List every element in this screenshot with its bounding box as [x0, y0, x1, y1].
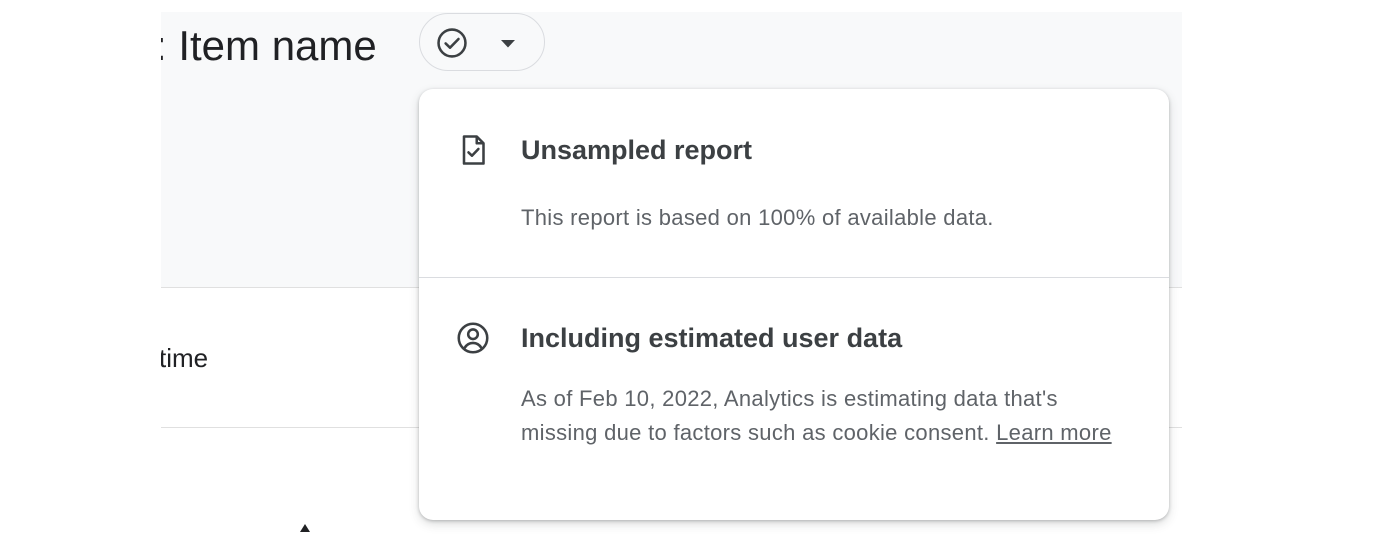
column-header-label[interactable]: time: [161, 340, 208, 376]
data-quality-popover: Unsampled report This report is based on…: [419, 89, 1169, 520]
data-quality-status-button[interactable]: [419, 13, 545, 71]
section-title: Including estimated user data: [521, 323, 903, 353]
check-circle-icon: [437, 28, 467, 58]
section-title: Unsampled report: [521, 135, 753, 165]
section-description: This report is based on 100% of availabl…: [521, 205, 994, 230]
account-circle-icon: [457, 322, 489, 354]
section-description-block: As of Feb 10, 2022, Analytics is estimat…: [521, 382, 1121, 450]
page-title: : Item name: [161, 22, 377, 69]
section-description: As of Feb 10, 2022, Analytics is estimat…: [521, 386, 1058, 445]
unsampled-report-section: Unsampled report This report is based on…: [419, 89, 1169, 277]
sort-up-icon[interactable]: [299, 523, 311, 533]
caret-down-icon: [501, 40, 515, 48]
estimated-user-data-section: Including estimated user data As of Feb …: [419, 278, 1169, 520]
document-check-icon: [462, 135, 485, 165]
learn-more-link[interactable]: Learn more: [996, 420, 1112, 445]
